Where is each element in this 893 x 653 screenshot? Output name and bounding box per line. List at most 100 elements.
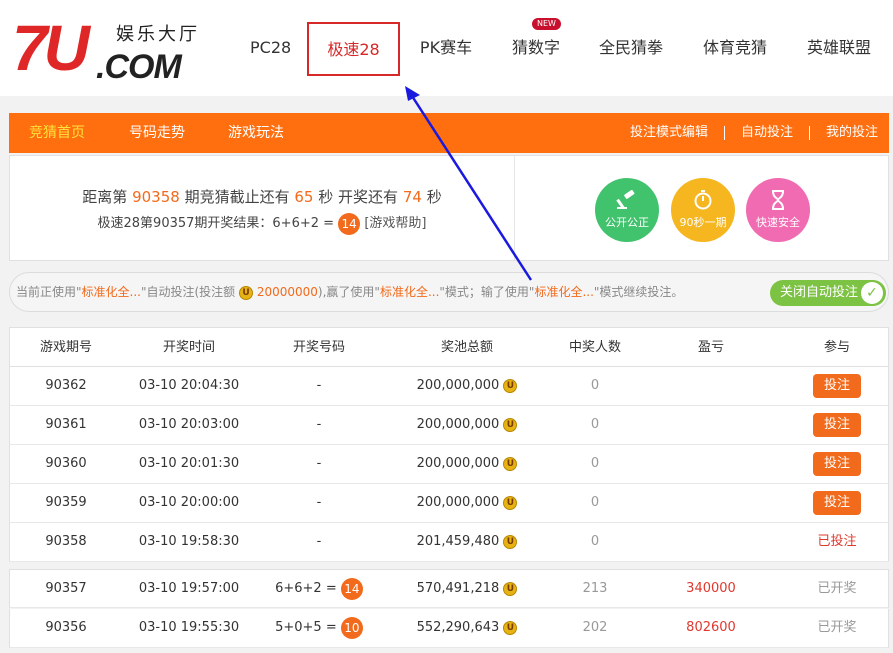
row-pool: 200,000,000 U: [382, 484, 552, 522]
row-pool-value: 200,000,000: [416, 417, 500, 432]
countdown-prefix: 距离第: [82, 188, 128, 206]
logo-com: .COM: [96, 48, 182, 86]
table-row: 90356 03-10 19:55:30 5+0+5 = 10 552,290,…: [9, 609, 889, 648]
subnav-auto-bet[interactable]: 自动投注: [741, 113, 793, 153]
row-profit: 340000: [686, 581, 736, 596]
table-row: 90358 03-10 19:58:30 - 201,459,480 U 0 已…: [9, 523, 889, 562]
subnav-divider: [809, 126, 810, 140]
row-numbers: -: [316, 534, 322, 549]
nav-item-guess-number[interactable]: 猜数字 NEW: [510, 18, 562, 76]
status-part: "模式；输了使用": [439, 285, 535, 299]
nav-item-pk-racing[interactable]: PK赛车: [419, 22, 473, 76]
coin-icon: U: [503, 495, 518, 510]
row-pool-value: 200,000,000: [416, 378, 500, 393]
coin-icon: U: [503, 581, 518, 596]
status-mode-link[interactable]: 标准化全...: [534, 285, 593, 299]
row-action-bet-placed[interactable]: 已投注: [784, 523, 890, 561]
subnav-rules[interactable]: 游戏玩法: [228, 113, 284, 153]
row-winners: 0: [590, 495, 600, 510]
coin-icon: U: [503, 417, 518, 432]
table-row: 90362 03-10 20:04:30 - 200,000,000 U 0 投…: [9, 367, 889, 406]
site-logo[interactable]: 7U 娱乐大厅 .COM: [12, 14, 212, 84]
coin-icon: U: [503, 620, 518, 635]
row-winners: 0: [590, 378, 600, 393]
check-icon: ✓: [861, 282, 883, 304]
nav-item-lol[interactable]: 英雄联盟: [806, 22, 872, 76]
row-period: 90357: [45, 581, 87, 596]
row-numbers: 5+0+5 = 10: [256, 609, 382, 647]
row-pool-value: 552,290,643: [416, 620, 500, 635]
bet-button[interactable]: 投注: [813, 374, 861, 398]
nav-item-jisu28[interactable]: 极速28: [307, 22, 400, 76]
row-time: 03-10 19:55:30: [138, 620, 240, 635]
hourglass-icon: [766, 190, 790, 210]
col-draw-time: 开奖时间: [162, 340, 215, 355]
row-action: 投注: [784, 445, 890, 483]
nav-item-guess-number-label: 猜数字: [511, 38, 560, 57]
bet-button[interactable]: 投注: [813, 452, 861, 476]
bet-button[interactable]: 投注: [813, 491, 861, 515]
feature-90-seconds-label: 90秒一期: [679, 216, 727, 229]
bet-button[interactable]: 投注: [813, 413, 861, 437]
row-time: 03-10 20:03:00: [138, 417, 240, 432]
row-numbers: -: [316, 378, 322, 393]
coin-icon: U: [503, 456, 518, 471]
subnav-bet-mode-edit[interactable]: 投注模式编辑: [630, 113, 708, 153]
nav-item-pc28[interactable]: PC28: [250, 22, 291, 76]
row-pool: 201,459,480 U: [382, 523, 552, 561]
row-pool-value: 570,491,218: [416, 581, 500, 596]
row-period: 90358: [45, 534, 87, 549]
row-pool: 552,290,643 U: [382, 609, 552, 647]
row-action-drawn: 已开奖: [817, 581, 857, 596]
status-part: ),赢了使用": [317, 285, 380, 299]
row-profit: [638, 484, 784, 522]
row-numbers-text: 6+6+2 =: [275, 581, 337, 596]
subnav-trend[interactable]: 号码走势: [129, 113, 185, 153]
table-row: 90357 03-10 19:57:00 6+6+2 = 14 570,491,…: [9, 569, 889, 608]
row-period: 90360: [45, 456, 87, 471]
status-part: "模式继续投注。: [593, 285, 684, 299]
coin-icon: U: [503, 534, 518, 549]
row-pool-value: 201,459,480: [416, 534, 500, 549]
last-result-label: 极速28第90357期开奖结果：6+6+2 =: [97, 216, 335, 231]
col-pool-total: 奖池总额: [440, 340, 493, 355]
row-profit: [638, 523, 784, 561]
row-action-drawn: 已开奖: [817, 620, 857, 635]
row-action: 投注: [784, 406, 890, 444]
row-time: 03-10 19:57:00: [138, 581, 240, 596]
row-period: 90359: [45, 495, 87, 510]
feature-90-seconds: 90秒一期: [671, 178, 735, 242]
nav-item-sports[interactable]: 体育竞猜: [702, 22, 768, 76]
row-time: 03-10 20:00:00: [138, 495, 240, 510]
current-period: 90358: [132, 188, 180, 206]
gavel-icon: [615, 189, 639, 210]
nav-item-rock-paper[interactable]: 全民猜拳: [598, 22, 664, 76]
row-numbers: -: [316, 456, 322, 471]
table-row: 90361 03-10 20:03:00 - 200,000,000 U 0 投…: [9, 406, 889, 445]
new-badge: NEW: [532, 18, 561, 30]
status-mode-link[interactable]: 标准化全...: [82, 285, 141, 299]
auto-bet-status-text: 当前正使用"标准化全..."自动投注(投注额 U 20000000),赢了使用"…: [16, 273, 683, 311]
row-action: 投注: [784, 484, 890, 522]
row-pool: 200,000,000 U: [382, 406, 552, 444]
row-profit: [638, 406, 784, 444]
row-pool: 200,000,000 U: [382, 445, 552, 483]
game-help-link[interactable]: [游戏帮助]: [364, 216, 426, 231]
row-numbers: -: [316, 417, 322, 432]
sub-nav-bar: 竞猜首页 号码走势 游戏玩法 投注模式编辑 自动投注 我的投注: [9, 113, 889, 153]
row-profit: [638, 367, 784, 405]
last-result-text: 极速28第90357期开奖结果：6+6+2 = 14 [游戏帮助]: [10, 212, 514, 235]
feature-safe: 快速安全: [746, 178, 810, 242]
auto-bet-toggle[interactable]: 关闭自动投注 ✓: [770, 280, 886, 306]
countdown-draw-label: 秒 开奖还有: [318, 188, 399, 206]
row-numbers-text: 5+0+5 =: [275, 620, 337, 635]
subnav-home[interactable]: 竞猜首页: [29, 113, 85, 153]
status-part: "自动投注(投注额: [140, 285, 236, 299]
feature-safe-label: 快速安全: [756, 216, 800, 229]
subnav-my-bets[interactable]: 我的投注: [826, 113, 878, 153]
status-part: 当前正使用": [16, 285, 82, 299]
feature-fair: 公开公正: [595, 178, 659, 242]
status-mode-link[interactable]: 标准化全...: [380, 285, 439, 299]
site-header: 7U 娱乐大厅 .COM PC28 极速28 PK赛车 猜数字 NEW 全民猜拳…: [0, 0, 893, 96]
row-period: 90362: [45, 378, 87, 393]
